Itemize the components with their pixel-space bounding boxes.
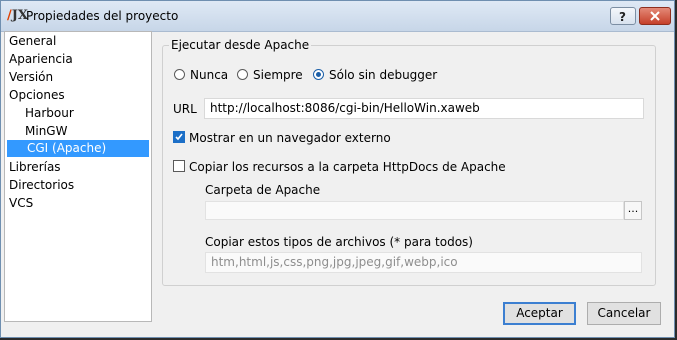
accept-button[interactable]: Aceptar: [503, 302, 576, 325]
help-button[interactable]: ?: [610, 7, 636, 25]
copy-resources-checkbox[interactable]: Copiar los recursos a la carpeta HttpDoc…: [173, 159, 506, 175]
radio-nunca[interactable]: Nunca: [174, 67, 228, 83]
tree-item-apariencia[interactable]: Apariencia: [9, 51, 73, 68]
tree-item-directorios[interactable]: Directorios: [9, 177, 74, 194]
window-title: Propiedades del proyecto: [26, 9, 179, 23]
url-label: URL: [173, 102, 197, 116]
cgi-settings-panel: Ejecutar desde Apache Nunca Siempre Sólo…: [162, 31, 656, 286]
radio-solo-sin-debugger[interactable]: Sólo sin debugger: [313, 67, 437, 83]
url-input[interactable]: http://localhost:8086/cgi-bin/HelloWin.x…: [204, 98, 644, 119]
cancel-button[interactable]: Cancelar: [587, 302, 661, 325]
radio-siempre[interactable]: Siempre: [237, 67, 303, 83]
file-types-input[interactable]: htm,html,js,css,png,jpg,jpeg,gif,webp,ic…: [205, 252, 642, 273]
checkbox-checked-icon: [173, 131, 185, 143]
tree-item-version[interactable]: Versión: [9, 69, 53, 86]
svg-text:?: ?: [619, 10, 626, 22]
project-properties-dialog: /JX Propiedades del proyecto ? General A…: [0, 0, 675, 338]
tree-item-mingw[interactable]: MinGW: [25, 123, 67, 140]
tree-item-vcs[interactable]: VCS: [9, 195, 33, 212]
open-external-browser-checkbox[interactable]: Mostrar en un navegador externo: [173, 130, 391, 146]
radio-unchecked-icon: [174, 69, 185, 80]
tree-item-opciones[interactable]: Opciones: [9, 87, 65, 104]
tree-item-librerias[interactable]: Librerías: [9, 159, 61, 176]
close-button[interactable]: [639, 7, 671, 25]
file-types-label: Copiar estos tipos de archivos (* para t…: [205, 235, 473, 249]
apache-folder-input[interactable]: [205, 201, 624, 220]
browse-folder-button[interactable]: ...: [624, 201, 642, 220]
app-icon: /JX: [7, 8, 28, 23]
tree-item-general[interactable]: General: [9, 33, 56, 50]
help-icon: ?: [619, 10, 626, 22]
checkbox-unchecked-icon: [173, 160, 185, 172]
tree-item-cgi-apache[interactable]: CGI (Apache): [7, 140, 149, 157]
radio-checked-icon: [313, 69, 324, 80]
radio-unchecked-icon: [237, 69, 248, 80]
group-title: Ejecutar desde Apache: [169, 38, 312, 52]
tree-item-harbour[interactable]: Harbour: [25, 105, 74, 122]
category-tree[interactable]: General Apariencia Versión Opciones Harb…: [4, 31, 152, 322]
apache-folder-label: Carpeta de Apache: [205, 183, 321, 197]
close-icon: [650, 11, 660, 21]
title-bar: /JX Propiedades del proyecto ?: [1, 1, 674, 32]
